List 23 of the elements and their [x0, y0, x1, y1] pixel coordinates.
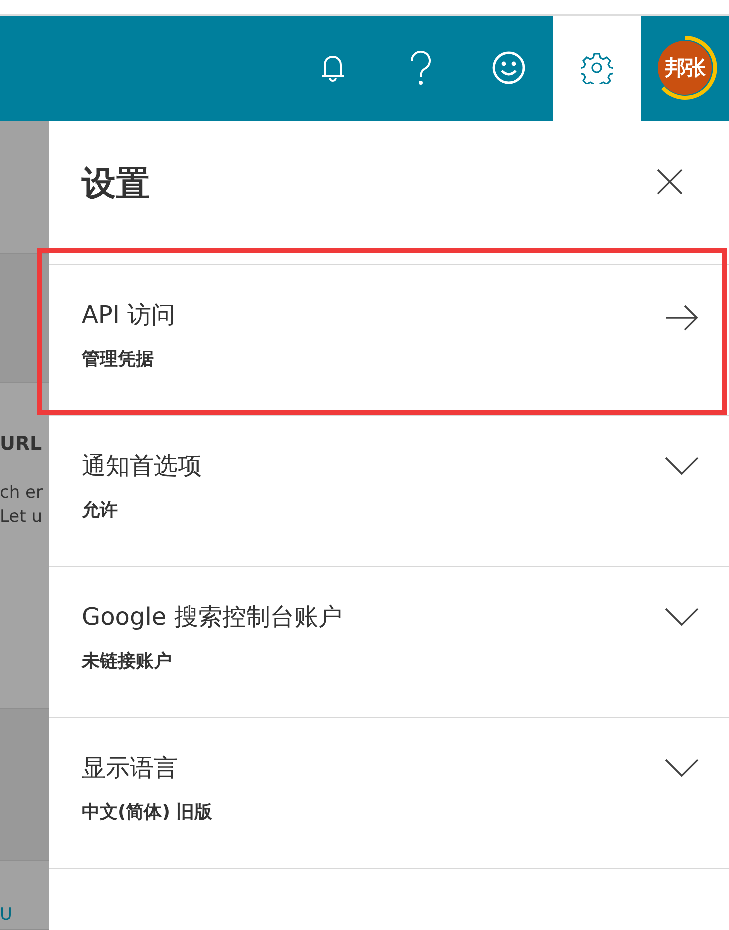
chevron-down-icon: [665, 456, 699, 476]
chevron-down-icon: [665, 607, 699, 627]
help-icon: [410, 51, 432, 86]
settings-icon: [581, 52, 613, 84]
setting-value: 中文(简体) 旧版: [82, 801, 213, 824]
setting-value: 管理凭据: [82, 348, 155, 371]
setting-title: Google 搜索控制台账户: [82, 602, 342, 633]
setting-value: 允许: [82, 499, 119, 522]
gear-button[interactable]: [553, 16, 641, 121]
chevron-down-icon: [665, 758, 699, 778]
bell-icon: [320, 53, 346, 84]
background-text: URL: [0, 433, 42, 455]
close-icon: [657, 169, 683, 195]
setting-title: API 访问: [82, 300, 176, 331]
background-text: ch er: [0, 483, 43, 503]
background-text: Let u: [0, 507, 42, 527]
setting-title: 显示语言: [82, 753, 179, 784]
smiley-icon: [492, 51, 526, 86]
background-text: U: [0, 905, 12, 925]
arrow-right-icon: [665, 305, 699, 331]
setting-title: 通知首选项: [82, 451, 202, 482]
setting-value: 未链接账户: [82, 650, 173, 673]
panel-title: 设置: [82, 163, 150, 206]
